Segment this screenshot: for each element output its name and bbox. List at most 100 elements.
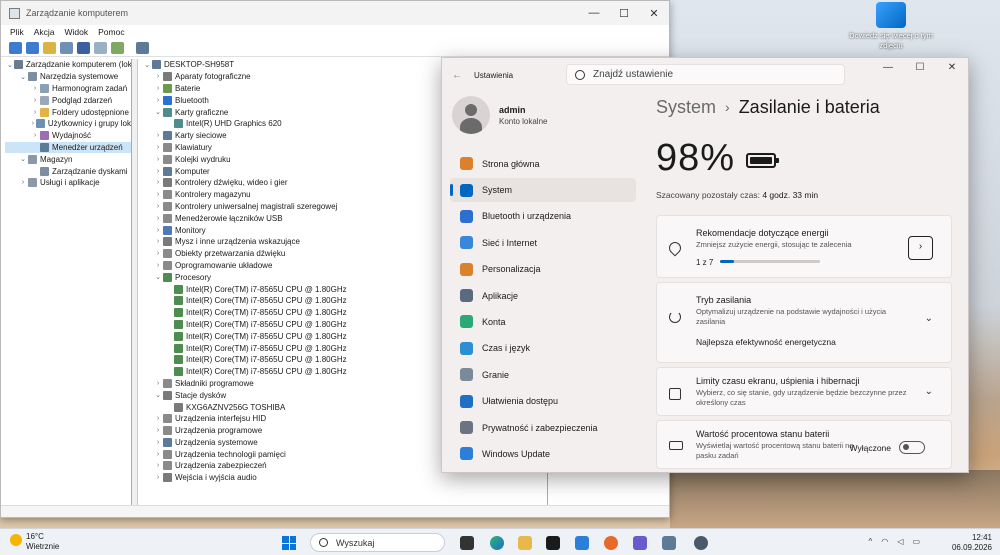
expand-chevron-icon[interactable]: › [31,120,35,127]
expand-chevron-icon[interactable]: ⌄ [19,73,27,81]
expand-chevron-icon[interactable]: › [154,250,162,257]
forward-arrow-icon[interactable] [26,41,39,54]
tree-node[interactable]: Zarządzanie dyskami [5,165,131,177]
expand-chevron-icon[interactable]: › [154,73,162,80]
menu-file[interactable]: Plik [10,27,24,37]
chevron-down-icon[interactable]: ⌄ [925,386,933,397]
settings-window[interactable]: ← Ustawienia Znajdź ustawienie — ☐ ✕ adm… [441,57,969,473]
back-arrow-icon[interactable]: ← [452,70,466,81]
view-icon[interactable] [94,41,107,54]
menu-help[interactable]: Pomoc [98,27,124,37]
edge-icon[interactable] [490,536,504,550]
expand-chevron-icon[interactable]: › [19,179,27,186]
menu-action[interactable]: Akcja [34,27,55,37]
tree-node[interactable]: ⌄ Narzędzia systemowe [5,71,131,83]
expand-chevron-icon[interactable]: › [154,191,162,198]
expand-chevron-icon[interactable]: › [154,451,162,458]
expand-chevron-icon[interactable]: › [154,168,162,175]
expand-chevron-icon[interactable]: › [154,474,162,481]
settings-search-input[interactable]: Znajdź ustawienie [566,64,845,85]
tree-node[interactable]: › Podgląd zdarzeń [5,94,131,106]
expand-chevron-icon[interactable]: › [154,238,162,245]
expand-chevron-icon[interactable]: › [154,97,162,104]
expand-chevron-icon[interactable]: › [31,109,39,116]
expand-chevron-icon[interactable]: › [154,462,162,469]
expand-chevron-icon[interactable]: › [154,215,162,222]
scan-icon[interactable] [111,41,124,54]
maximize-button[interactable]: ☐ [904,58,936,78]
nav-item[interactable]: Granie [450,363,636,386]
outlook-icon[interactable] [575,536,589,550]
cm-titlebar[interactable]: Zarządzanie komputerem — ☐ ✕ [1,1,669,25]
expand-chevron-icon[interactable]: › [154,156,162,163]
cm-tree-scrollbar[interactable] [132,59,138,505]
nav-item[interactable]: Windows Update [450,442,636,465]
expand-chevron-icon[interactable]: › [154,144,162,151]
expand-chevron-icon[interactable]: › [31,132,39,139]
expand-chevron-icon[interactable]: ⌄ [143,61,151,69]
nav-item[interactable]: Konta [450,310,636,333]
nav-item[interactable]: Personalizacja [450,258,636,281]
user-account-card[interactable]: admin Konto lokalne [452,96,547,134]
expand-chevron-icon[interactable]: › [154,179,162,186]
energy-recommendations-card[interactable]: Rekomendacje dotyczące energii Zmniejsz … [656,215,952,278]
tree-node[interactable]: › Harmonogram zadań [5,83,131,95]
tree-node[interactable]: › Wejścia i wyjścia audio [141,472,545,484]
tray-overflow-icon[interactable]: ^ [869,537,873,546]
properties-icon[interactable] [60,41,73,54]
teams-icon[interactable] [633,536,647,550]
battery-tray-icon[interactable]: ▭ [912,537,920,546]
tree-node[interactable]: ⌄ Magazyn [5,153,131,165]
tree-node[interactable]: › Usługi i aplikacje [5,177,131,189]
close-button[interactable]: ✕ [639,7,669,20]
expand-chevron-icon[interactable]: › [154,439,162,446]
expand-chevron-icon[interactable]: › [154,262,162,269]
settings-gear-icon[interactable] [694,536,708,550]
minimize-button[interactable]: — [579,7,609,20]
expand-chevron-icon[interactable]: › [31,97,39,104]
wifi-icon[interactable]: ◠ [881,537,888,546]
expand-chevron-icon[interactable]: ⌄ [154,108,162,116]
expand-chevron-icon[interactable]: › [154,203,162,210]
expand-chevron-icon[interactable]: › [154,380,162,387]
tree-node[interactable]: › Wydajność [5,130,131,142]
tree-node[interactable]: › Użytkownicy i grupy lok [5,118,131,130]
expand-chevron-icon[interactable]: › [31,85,39,92]
nav-item[interactable]: Aplikacje [450,284,636,307]
expand-chevron-icon[interactable]: › [154,132,162,139]
tree-node[interactable]: Menedżer urządzeń [5,141,131,154]
close-button[interactable]: ✕ [936,58,968,78]
cm-navigation-tree[interactable]: ⌄ Zarządzanie komputerem (lokal ⌄ Narzędzia… [5,59,132,505]
expand-chevron-icon[interactable]: › [154,85,162,92]
minimize-button[interactable]: — [872,58,904,78]
expand-chevron-icon[interactable]: ⌄ [7,61,13,69]
nav-item[interactable]: Ułatwienia dostępu [450,390,636,413]
nav-item[interactable]: Sieć i Internet [450,231,636,254]
tree-node[interactable]: ⌄ Zarządzanie komputerem (lokal [5,59,131,71]
folder-icon[interactable] [43,41,56,54]
help-icon[interactable] [77,41,90,54]
battery-percentage-toggle[interactable] [899,441,925,454]
firefox-icon[interactable] [604,536,618,550]
chevron-down-icon[interactable]: ⌄ [925,313,933,324]
start-button[interactable] [282,536,296,550]
clock[interactable]: 12:41 06.09.2026 [952,533,992,553]
expand-chevron-icon[interactable]: ⌄ [154,273,162,281]
nav-item[interactable]: System [450,178,636,202]
maximize-button[interactable]: ☐ [609,7,639,20]
screen-sleep-timeouts-card[interactable]: Limity czasu ekranu, uśpienia i hibernac… [656,367,952,416]
breadcrumb-system[interactable]: System [656,97,716,118]
nav-item[interactable]: Strona główna [450,152,636,175]
power-mode-value[interactable]: Najlepsza efektywność energetyczna [696,337,836,347]
weather-widget[interactable]: 16°C Wietrznie [10,532,59,552]
expand-chevron-icon[interactable]: › [154,227,162,234]
energy-open-button[interactable]: › [908,236,933,260]
file-explorer-icon[interactable] [518,536,532,550]
taskbar-search[interactable]: Wyszukaj [310,533,445,552]
nav-item[interactable]: Bluetooth i urządzenia [450,205,636,228]
monitor-icon[interactable] [136,41,149,54]
task-view-icon[interactable] [460,536,474,550]
nav-item[interactable]: Czas i język [450,337,636,360]
expand-chevron-icon[interactable]: ⌄ [19,155,27,163]
expand-chevron-icon[interactable]: ⌄ [154,391,162,399]
